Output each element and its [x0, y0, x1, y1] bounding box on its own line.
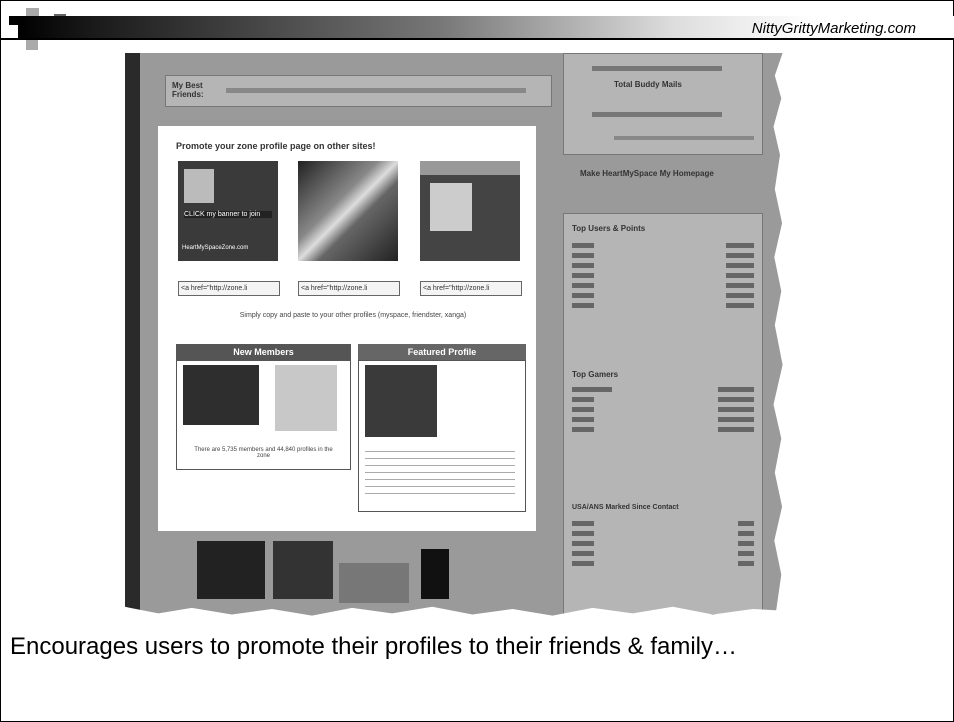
- promo-banner-2[interactable]: [298, 161, 398, 261]
- promo-banner-3[interactable]: [420, 161, 520, 261]
- top-users-box: Top Users & Points Top Gamers USA/ANS Ma…: [563, 213, 763, 615]
- torn-edge-right: [773, 53, 793, 620]
- bottom-photo-2[interactable]: [273, 541, 333, 599]
- best-friends-label: My Best Friends:: [172, 81, 204, 99]
- list-item[interactable]: [572, 426, 754, 433]
- site-name: NittyGrittyMarketing.com: [751, 20, 916, 37]
- promo-banner-1[interactable]: CLICK my banner to join HeartMySpaceZone…: [178, 161, 278, 261]
- make-homepage-link[interactable]: Make HeartMySpace My Homepage: [580, 169, 714, 178]
- invite-links[interactable]: [614, 136, 754, 140]
- promote-panel: Promote your zone profile page on other …: [158, 126, 536, 531]
- buddy-mail-box: Total Buddy Mails: [563, 53, 763, 155]
- promote-note: Simply copy and paste to your other prof…: [239, 312, 467, 319]
- buddy-links-2[interactable]: [592, 112, 722, 117]
- embedded-screenshot: My Best Friends: Promote your zone profi…: [125, 53, 793, 620]
- best-friends-bar: My Best Friends:: [165, 75, 552, 107]
- header-square-1: [9, 16, 18, 25]
- list-item[interactable]: [572, 272, 754, 279]
- list-item[interactable]: [572, 560, 754, 567]
- list-item[interactable]: [572, 406, 754, 413]
- badge1-footer: HeartMySpaceZone.com: [182, 245, 249, 251]
- badge-avatar-icon: [184, 169, 214, 203]
- member-photo-1[interactable]: [183, 365, 259, 425]
- list-item[interactable]: [572, 396, 754, 403]
- list-item[interactable]: [572, 262, 754, 269]
- list-item[interactable]: [572, 530, 754, 537]
- list-item[interactable]: [572, 282, 754, 289]
- list-item[interactable]: [572, 386, 754, 393]
- header-rule: [0, 38, 954, 40]
- banner3-photo: [430, 183, 472, 231]
- list-item[interactable]: [572, 292, 754, 299]
- top-gamers-title: Top Gamers: [572, 370, 619, 379]
- most-contact-title: USA/ANS Marked Since Contact: [572, 504, 679, 511]
- banner3-header: [420, 161, 520, 175]
- member-count-text: There are 5,735 members and 44,840 profi…: [194, 447, 333, 459]
- featured-profile-header: Featured Profile: [358, 344, 526, 360]
- list-item[interactable]: [572, 416, 754, 423]
- list-item[interactable]: [572, 550, 754, 557]
- code-box-2[interactable]: <a href="http://zone.li: [298, 281, 400, 296]
- promote-title: Promote your zone profile page on other …: [176, 141, 376, 151]
- list-item[interactable]: [572, 540, 754, 547]
- friend-links[interactable]: [226, 88, 526, 93]
- featured-photo[interactable]: [365, 365, 437, 437]
- code-box-1[interactable]: <a href="http://zone.li: [178, 281, 280, 296]
- code-box-3[interactable]: <a href="http://zone.li: [420, 281, 522, 296]
- left-border-strip: [125, 53, 140, 613]
- total-buddy-label: Total Buddy Mails: [614, 80, 682, 89]
- new-members-box: There are 5,735 members and 44,840 profi…: [176, 360, 351, 470]
- bottom-photo-4[interactable]: [421, 549, 449, 599]
- badge1-text: CLICK my banner to join: [184, 211, 272, 218]
- list-item[interactable]: [572, 252, 754, 259]
- featured-details: [365, 445, 515, 500]
- new-members-header: New Members: [176, 344, 351, 360]
- featured-profile-box: [358, 360, 526, 512]
- top-users-title: Top Users & Points: [572, 224, 646, 233]
- slide-caption: Encourages users to promote their profil…: [10, 633, 737, 660]
- list-item[interactable]: [572, 520, 754, 527]
- list-item[interactable]: [572, 242, 754, 249]
- bottom-photo-1[interactable]: [197, 541, 265, 599]
- bottom-photo-3[interactable]: [339, 563, 409, 603]
- buddy-links[interactable]: [592, 66, 722, 71]
- list-item[interactable]: [572, 302, 754, 309]
- member-photo-2[interactable]: [275, 365, 337, 431]
